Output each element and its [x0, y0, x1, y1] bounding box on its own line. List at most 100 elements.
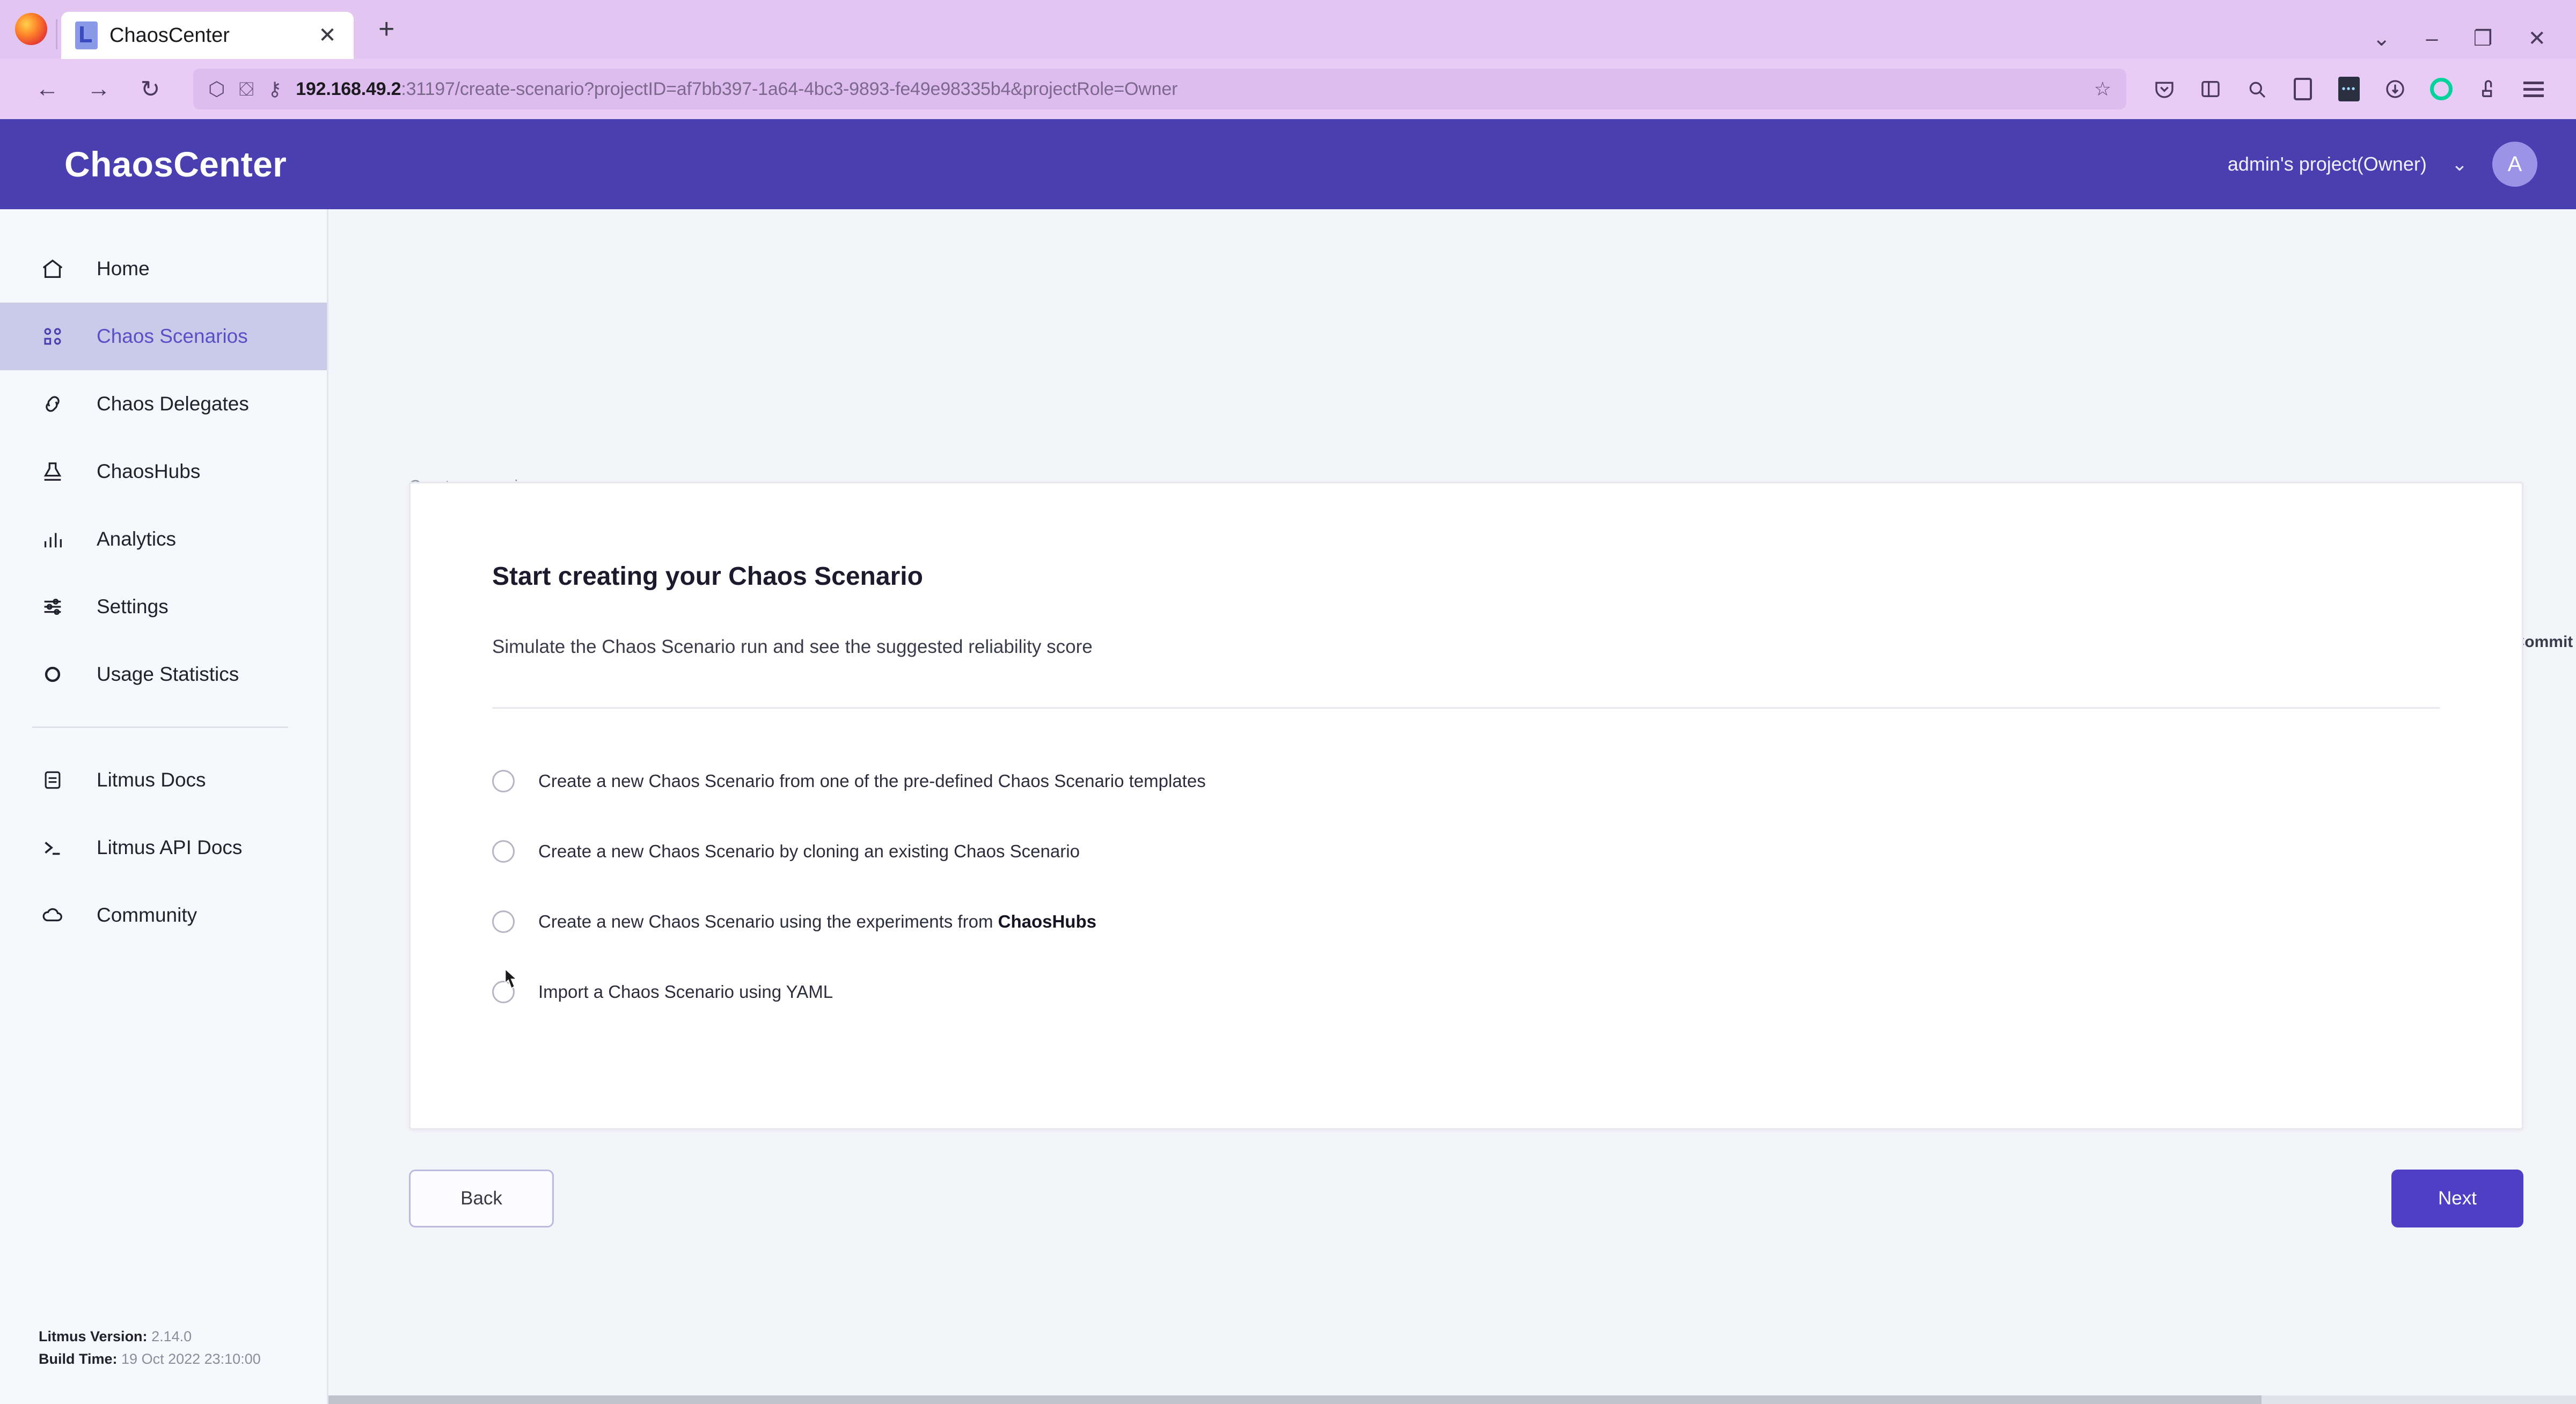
project-selector-label[interactable]: admin's project(Owner) — [2228, 153, 2427, 175]
browser-tab[interactable]: ChaosCenter ✕ — [56, 12, 354, 59]
option-label-bold: ChaosHubs — [998, 912, 1096, 931]
permissions-blocked-icon: ⛋ — [239, 77, 254, 100]
horizontal-scrollbar[interactable] — [328, 1395, 2576, 1404]
radio-icon[interactable] — [492, 981, 515, 1003]
option-label-text: Create a new Chaos Scenario using the ex… — [538, 912, 998, 931]
browser-tab-strip: ChaosCenter ✕ + ⌄ – ❐ ✕ — [0, 0, 2576, 59]
option-label: Create a new Chaos Scenario by cloning a… — [538, 841, 1080, 861]
maximize-icon[interactable]: ❐ — [2473, 28, 2493, 49]
new-tab-button[interactable]: + — [378, 15, 394, 43]
build-time-value: 19 Oct 2022 23:10:00 — [121, 1351, 261, 1368]
url-host: 192.168.49.2 — [296, 78, 401, 99]
avatar[interactable]: A — [2492, 142, 2537, 187]
cloud-icon — [39, 901, 67, 929]
sidebar-toggle-icon[interactable] — [2190, 70, 2231, 108]
app-header: ChaosCenter admin's project(Owner) ⌄ A — [0, 119, 2576, 209]
option-label: Create a new Chaos Scenario from one of … — [538, 771, 1206, 791]
option-chaoshubs-experiments[interactable]: Create a new Chaos Scenario using the ex… — [492, 910, 2522, 933]
sidebar-item-label: Chaos Delegates — [97, 393, 249, 415]
sidebar-item-label: Usage Statistics — [97, 663, 239, 685]
sidebar-item-label: Chaos Scenarios — [97, 325, 248, 347]
browser-navigation-bar: ← → ↻ ⬡ ⛋ ⚷ 192.168.49.2:31197/create-sc… — [0, 59, 2576, 119]
build-time-row: Build Time: 19 Oct 2022 23:10:00 — [39, 1348, 327, 1371]
sidebar-item-chaoshubs[interactable]: ChaosHubs — [0, 438, 327, 505]
reload-icon[interactable]: ↻ — [125, 70, 176, 108]
address-bar[interactable]: ⬡ ⛋ ⚷ 192.168.49.2:31197/create-scenario… — [193, 69, 2126, 109]
analytics-icon — [39, 525, 67, 553]
sidebar-item-label: ChaosHubs — [97, 460, 201, 482]
sidebar-divider — [32, 726, 288, 728]
sidebar-item-label: Litmus API Docs — [97, 836, 243, 858]
sidebar-footer: Litmus Version: 2.14.0 Build Time: 19 Oc… — [0, 1326, 327, 1404]
container-tabs-icon[interactable] — [2236, 70, 2278, 108]
radio-icon[interactable] — [492, 840, 515, 863]
sidebar-item-label: Settings — [97, 596, 169, 618]
radio-icon[interactable] — [492, 910, 515, 933]
sidebar-item-home[interactable]: Home — [0, 235, 327, 303]
wizard-bottom-actions: Back Next — [409, 1170, 2523, 1227]
url-text: 192.168.49.2:31197/create-scenario?proje… — [296, 79, 2080, 100]
back-button-bottom[interactable]: Back — [409, 1170, 554, 1227]
home-icon — [39, 255, 67, 283]
pocket-icon[interactable] — [2143, 70, 2185, 108]
minimize-icon[interactable]: – — [2426, 28, 2438, 49]
sidebar-item-litmus-api-docs[interactable]: Litmus API Docs — [0, 814, 327, 881]
card-divider — [492, 707, 2440, 709]
browser-toolbar-icons: ••• — [2143, 70, 2555, 108]
option-label: Create a new Chaos Scenario using the ex… — [538, 912, 1096, 932]
sidebar-item-label: Home — [97, 258, 150, 280]
extension-green-icon[interactable] — [2420, 70, 2462, 108]
tab-title: ChaosCenter — [109, 24, 230, 47]
litmus-favicon-icon — [75, 21, 98, 49]
dark-reader-icon[interactable]: ••• — [2328, 70, 2370, 108]
radio-icon[interactable] — [492, 770, 515, 792]
option-label: Import a Chaos Scenario using YAML — [538, 982, 833, 1002]
grid-icon — [39, 322, 67, 350]
sidebar-item-label: Litmus Docs — [97, 769, 206, 791]
card-title: Start creating your Chaos Scenario — [492, 562, 923, 591]
sidebar-item-community[interactable]: Community — [0, 881, 327, 949]
sidebar-item-label: Analytics — [97, 528, 177, 550]
sliders-icon — [39, 593, 67, 621]
litmus-version-label: Litmus Version: — [39, 1328, 148, 1345]
firefox-logo-icon — [15, 13, 47, 45]
hub-icon — [39, 458, 67, 486]
build-time-label: Build Time: — [39, 1351, 118, 1368]
link-icon — [39, 390, 67, 418]
back-icon[interactable]: ← — [21, 70, 73, 108]
sidebar: Home Chaos Scenarios Chaos Delegates Cha… — [0, 209, 328, 1404]
account-icon[interactable] — [2467, 70, 2508, 108]
litmus-version-value: 2.14.0 — [151, 1328, 192, 1345]
browser-window: ChaosCenter ✕ + ⌄ – ❐ ✕ ← → ↻ ⬡ ⛋ ⚷ 192.… — [0, 0, 2576, 1404]
sidebar-item-label: Community — [97, 904, 197, 926]
window-close-icon[interactable]: ✕ — [2528, 28, 2546, 49]
sidebar-item-chaos-delegates[interactable]: Chaos Delegates — [0, 370, 327, 438]
sidebar-item-chaos-scenarios[interactable]: Chaos Scenarios — [0, 303, 327, 370]
terminal-icon — [39, 834, 67, 862]
bookmark-star-icon[interactable]: ☆ — [2094, 78, 2111, 100]
sidebar-item-settings[interactable]: Settings — [0, 573, 327, 641]
sidebar-item-usage-statistics[interactable]: Usage Statistics — [0, 641, 327, 708]
window-controls: ⌄ – ❐ ✕ — [2373, 28, 2576, 49]
sidebar-item-analytics[interactable]: Analytics — [0, 505, 327, 573]
option-predefined-templates[interactable]: Create a new Chaos Scenario from one of … — [492, 770, 2522, 792]
chevron-down-icon[interactable]: ⌄ — [2373, 28, 2391, 49]
close-icon[interactable]: ✕ — [315, 25, 340, 46]
next-button-bottom[interactable]: Next — [2391, 1170, 2523, 1227]
document-icon — [39, 766, 67, 794]
card-inner: Start creating your Chaos Scenario Simul… — [411, 483, 2522, 1003]
sidebar-item-litmus-docs[interactable]: Litmus Docs — [0, 746, 327, 814]
downloads-icon[interactable] — [2374, 70, 2416, 108]
option-import-yaml[interactable]: Import a Chaos Scenario using YAML — [492, 981, 2522, 1003]
chevron-down-icon[interactable]: ⌄ — [2451, 155, 2468, 174]
url-path: :31197/create-scenario?projectID=af7bb39… — [401, 78, 1178, 99]
shield-extension-icon[interactable] — [2282, 70, 2324, 108]
forward-icon[interactable]: → — [73, 70, 125, 108]
scenario-selection-card: Start creating your Chaos Scenario Simul… — [409, 482, 2523, 1130]
option-clone-existing[interactable]: Create a new Chaos Scenario by cloning a… — [492, 840, 2522, 863]
litmus-version-row: Litmus Version: 2.14.0 — [39, 1326, 327, 1348]
app-header-right: admin's project(Owner) ⌄ A — [2228, 142, 2537, 187]
app-brand-title: ChaosCenter — [64, 144, 287, 184]
menu-hamburger-icon[interactable] — [2513, 70, 2555, 108]
circle-icon — [39, 660, 67, 688]
